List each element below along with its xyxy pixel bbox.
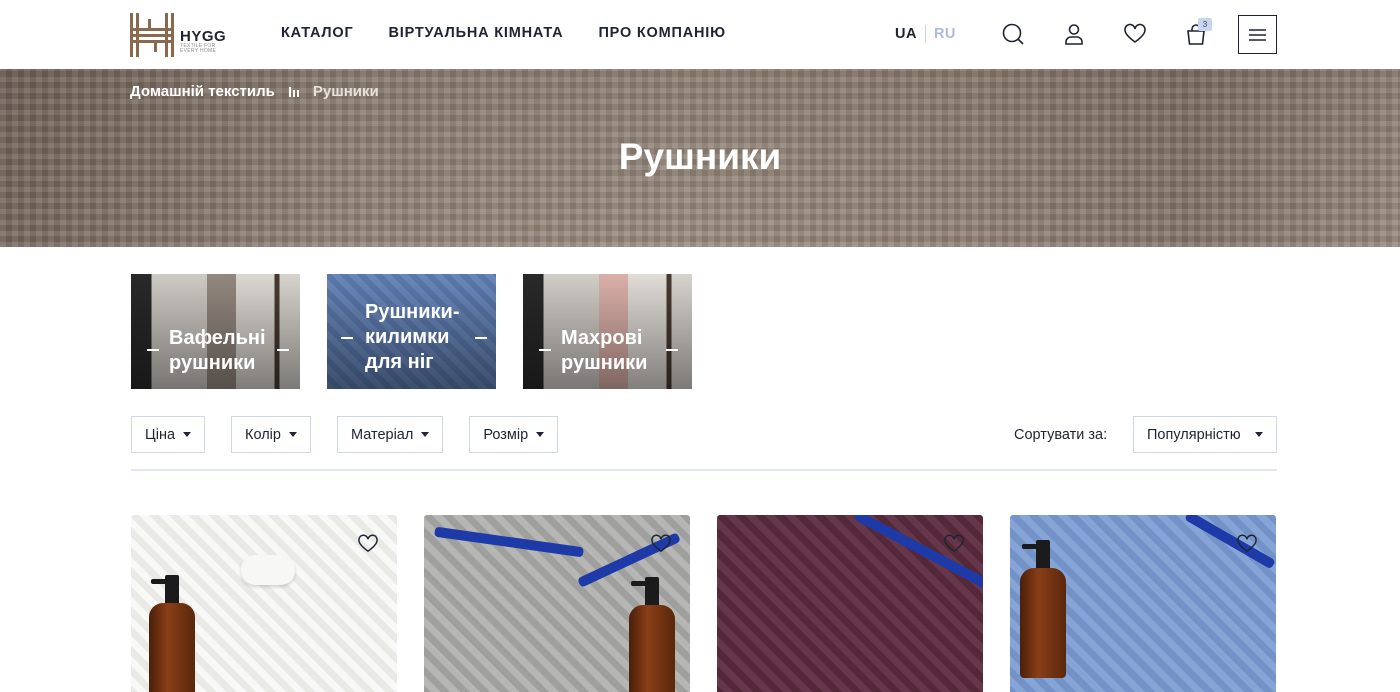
user-icon[interactable]	[1062, 22, 1086, 46]
language-switcher: UA RU	[895, 25, 956, 43]
category-label: Махрові рушники	[561, 327, 648, 374]
caret-down-icon	[536, 432, 545, 437]
logo-tagline: TEXTILE FOR EVERY HOME	[180, 43, 217, 54]
cart-count-badge: 3	[1198, 18, 1212, 31]
bottle-image	[149, 575, 195, 692]
bottle-image	[629, 577, 675, 692]
caret-down-icon	[1255, 432, 1263, 437]
filter-price[interactable]: Ціна	[131, 416, 206, 453]
nav-catalog[interactable]: КАТАЛОГ	[281, 25, 353, 41]
lang-ru[interactable]: RU	[934, 26, 956, 42]
heart-icon[interactable]	[1123, 22, 1147, 46]
menu-button[interactable]	[1238, 15, 1277, 54]
product-card[interactable]	[717, 515, 983, 692]
divider	[131, 469, 1277, 471]
dash-right	[277, 349, 289, 351]
page-title: Рушники	[618, 136, 782, 177]
category-label: Рушники- килимки для ніг	[365, 301, 460, 373]
dash-left	[539, 349, 551, 351]
site-header: HYGG TEXTILE FOR EVERY HOME КАТАЛОГ ВІРТ…	[0, 0, 1400, 69]
logo-mark-icon	[130, 13, 174, 57]
breadcrumb: Домашній текстиль Рушники	[130, 83, 379, 100]
product-card[interactable]	[131, 515, 397, 692]
dash-right	[475, 337, 487, 339]
heart-outline-icon[interactable]	[650, 533, 672, 553]
product-grid	[131, 515, 1276, 692]
breadcrumb-home[interactable]: Домашній текстиль	[130, 83, 275, 100]
sort-label: Сортувати за:	[1014, 427, 1108, 443]
dash-right	[666, 349, 678, 351]
lang-divider	[924, 25, 926, 43]
filter-material[interactable]: Матеріал	[336, 416, 444, 453]
search-icon[interactable]	[1001, 22, 1025, 46]
bottle-image	[1020, 540, 1066, 678]
logo[interactable]: HYGG TEXTILE FOR EVERY HOME	[130, 13, 230, 57]
heart-outline-icon[interactable]	[943, 533, 965, 553]
product-card[interactable]	[1010, 515, 1276, 692]
menu-icon	[1249, 28, 1266, 41]
filter-bar: Ціна Колір Матеріал Розмір	[131, 416, 559, 453]
soap-image	[241, 555, 295, 585]
hero-banner: Домашній текстиль Рушники Рушники	[0, 69, 1400, 247]
product-card[interactable]	[424, 515, 690, 692]
category-card-foot-towels[interactable]: Рушники- килимки для ніг	[327, 274, 496, 389]
nav-about-company[interactable]: ПРО КОМПАНІЮ	[598, 25, 725, 41]
heart-outline-icon[interactable]	[1236, 533, 1258, 553]
caret-down-icon	[183, 432, 192, 437]
dash-left	[341, 337, 353, 339]
category-card-waffle-towels[interactable]: Вафельні рушники	[131, 274, 300, 389]
caret-down-icon	[421, 432, 430, 437]
sort-dropdown[interactable]: Популярністю	[1133, 416, 1277, 453]
dash-left	[147, 349, 159, 351]
category-list: Вафельні рушники Рушники- килимки для ні…	[131, 274, 692, 389]
nav-virtual-room[interactable]: ВІРТУАЛЬНА КІМНАТА	[388, 25, 563, 41]
heart-outline-icon[interactable]	[357, 533, 379, 553]
breadcrumb-separator-icon	[288, 86, 299, 97]
filter-size[interactable]: Розмір	[469, 416, 559, 453]
main-nav: КАТАЛОГ ВІРТУАЛЬНА КІМНАТА ПРО КОМПАНІЮ	[281, 25, 726, 41]
filter-color[interactable]: Колір	[231, 416, 311, 453]
category-card-terry-towels[interactable]: Махрові рушники	[523, 274, 692, 389]
caret-down-icon	[288, 432, 297, 437]
breadcrumb-current: Рушники	[312, 83, 379, 100]
category-label: Вафельні рушники	[169, 327, 266, 374]
lang-ua[interactable]: UA	[895, 26, 917, 42]
